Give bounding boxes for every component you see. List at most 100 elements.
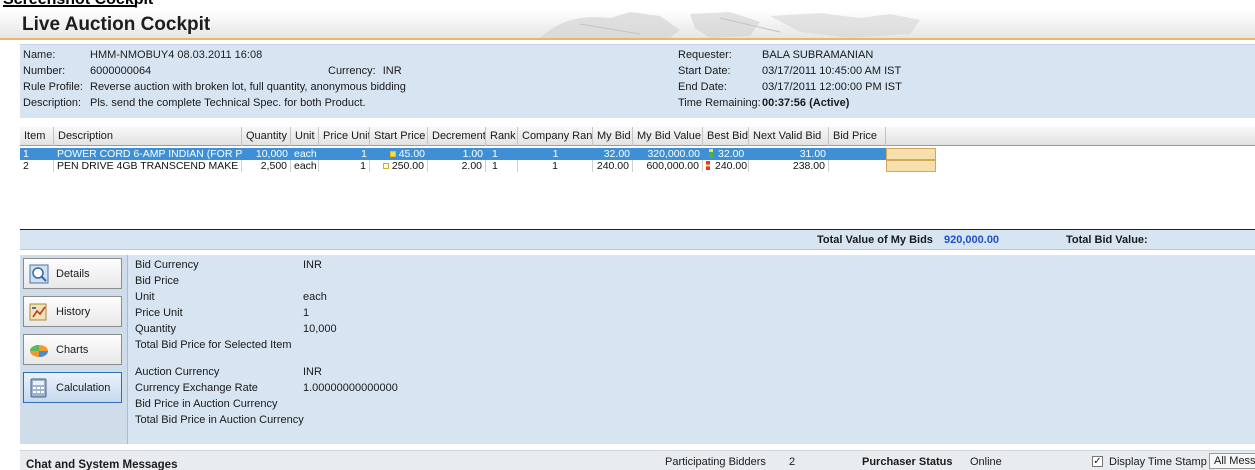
cell-description: POWER CORD 6-AMP INDIAN (FOR PCS (57, 148, 242, 160)
status-green-icon (709, 149, 713, 158)
start-label: Start Date: (678, 65, 731, 77)
cell-rank: 1 (492, 148, 498, 160)
status-bar: Chat and System Messages Participating B… (20, 450, 1255, 470)
totals-bar: Total Value of My Bids 920,000.00 Total … (20, 229, 1255, 250)
rule-label: Rule Profile: (23, 81, 83, 93)
quantity-value: 10,000 (303, 323, 337, 335)
start-price-value: 45.00 (398, 148, 425, 160)
table-header: Item Description Quantity Unit Price Uni… (20, 127, 1255, 146)
table-row[interactable]: 1 POWER CORD 6-AMP INDIAN (FOR PCS 10,00… (20, 148, 936, 160)
desc-value-row: Pls. send the complete Technical Spec. f… (90, 96, 366, 111)
currency-label: Currency: (328, 65, 376, 77)
rule-label-row: Rule Profile: (23, 80, 83, 95)
col-header-quantity[interactable]: Quantity (242, 127, 291, 146)
title-bar: Live Auction Cockpit (0, 10, 1255, 40)
total-my-bids-label: Total Value of My Bids (817, 234, 933, 246)
bid-currency-label: Bid Currency (135, 259, 199, 271)
desc-label-row: Description: (23, 96, 81, 111)
auction-info-panel: Name: HMM-NMOBUY4 08.03.2011 16:08 Numbe… (20, 44, 1255, 118)
start-label-row: Start Date: (678, 64, 731, 79)
caption-strip: Screenshot Cockpit (0, 0, 1255, 9)
table-row[interactable]: 2 PEN DRIVE 4GB TRANSCEND MAKE 2,500 eac… (20, 160, 936, 172)
col-header-my-bid-value[interactable]: My Bid Value (633, 127, 703, 146)
col-header-next-valid-bid[interactable]: Next Valid Bid (749, 127, 829, 146)
total-bid-value-label: Total Bid Value: (1066, 234, 1148, 246)
col-header-bid-price[interactable]: Bid Price (829, 127, 886, 146)
col-header-description[interactable]: Description (54, 127, 242, 146)
end-value: 03/17/2011 12:00:00 PM IST (762, 81, 902, 93)
display-timestamp-label: Display Time Stamp (1109, 456, 1207, 468)
page-title: Live Auction Cockpit (22, 14, 211, 35)
remaining-value: 00:37:56 (Active) (762, 97, 850, 109)
total-my-bids-value: 920,000.00 (944, 234, 1000, 246)
bid-price-input[interactable] (886, 160, 936, 172)
col-header-rank[interactable]: Rank (486, 127, 518, 146)
participating-label: Participating Bidders (665, 456, 766, 468)
best-bid-value: 240.00 (715, 160, 748, 172)
cell-best-bid: 240.00 (703, 160, 749, 172)
messages-filter-select[interactable]: All Messa (1209, 453, 1255, 469)
exchange-rate-label: Currency Exchange Rate (135, 382, 258, 394)
cell-my-bid: 32.00 (603, 148, 630, 160)
remaining-value-row: 00:37:56 (Active) (762, 96, 849, 111)
cell-item: 2 (20, 160, 54, 172)
detail-panel: Details History Charts Calculation Bid C… (20, 255, 1255, 444)
remaining-label: Time Remaining: (678, 97, 761, 109)
status-red-icon (706, 161, 710, 170)
number-value: 6000000064 (90, 65, 152, 77)
col-header-best-bid[interactable]: Best Bid (703, 127, 749, 146)
currency-value: INR (382, 65, 402, 77)
cell-start-price: 250.00 (370, 160, 428, 172)
title-accent (1090, 38, 1255, 40)
bid-price-label: Bid Price (135, 275, 180, 287)
number-value-row: 6000000064 (90, 64, 151, 79)
calculation-details: Bid Currency INR Bid Price Unit each Pri… (20, 255, 1255, 444)
col-header-item[interactable]: Item (20, 127, 54, 146)
number-label-row: Number: (23, 64, 65, 79)
cell-price-unit: 1 (319, 160, 370, 172)
participating-value: 2 (789, 456, 796, 468)
col-header-unit[interactable]: Unit (291, 127, 319, 146)
cell-decrement: 1.00 (462, 148, 483, 160)
col-header-start-price[interactable]: Start Price (370, 127, 428, 146)
cell-my-bid: 240.00 (593, 160, 633, 172)
cell-next-valid-bid: 238.00 (749, 160, 829, 172)
cell-quantity: 2,500 (242, 160, 291, 172)
exchange-rate-value: 1.00000000000000 (303, 382, 398, 394)
cell-unit: each (291, 160, 319, 172)
col-header-my-bid[interactable]: My Bid (593, 127, 633, 146)
cell-description: PEN DRIVE 4GB TRANSCEND MAKE (54, 160, 242, 172)
unit-value: each (303, 291, 327, 303)
cell-my-bid-value: 320,000.00 (647, 148, 700, 160)
col-header-price-unit[interactable]: Price Unit (319, 127, 370, 146)
desc-label: Description: (23, 97, 82, 109)
price-unit-value: 1 (303, 307, 310, 319)
rule-value-row: Reverse auction with broken lot, full qu… (90, 80, 406, 95)
unit-label: Unit (135, 291, 155, 303)
currency-row: Currency: INR (328, 64, 402, 79)
total-bid-selected-label: Total Bid Price for Selected Item (135, 339, 292, 351)
end-value-row: 03/17/2011 12:00:00 PM IST (762, 80, 902, 95)
col-header-decrement[interactable]: Decrement (428, 127, 486, 146)
purchaser-status-label: Purchaser Status (862, 456, 953, 468)
cell-company-rank: 1 (552, 148, 559, 160)
name-value: HMM-NMOBUY4 08.03.2011 16:08 (90, 49, 263, 61)
bid-price-auction-label: Bid Price in Auction Currency (135, 398, 278, 410)
caption-underline (3, 5, 137, 7)
rule-value: Reverse auction with broken lot, full qu… (90, 81, 406, 93)
cell-item: 1 (23, 148, 29, 160)
world-map-icon (540, 12, 920, 38)
display-timestamp-checkbox[interactable]: ✓ (1092, 456, 1103, 467)
cell-price-unit: 1 (361, 148, 367, 160)
end-label: End Date: (678, 81, 727, 93)
requester-value-row: BALA SUBRAMANIAN (762, 48, 873, 63)
cell-best-bid: 32.00 (703, 148, 749, 160)
bid-currency-value: INR (303, 259, 322, 271)
cell-next-valid-bid: 31.00 (799, 148, 826, 160)
auction-currency-label: Auction Currency (135, 366, 220, 378)
requester-label-row: Requester: (678, 48, 732, 63)
bid-price-input[interactable] (886, 148, 936, 160)
cell-company-rank: 1 (518, 160, 593, 172)
remaining-label-row: Time Remaining: (678, 96, 761, 111)
col-header-company-rank[interactable]: Company Rank (518, 127, 593, 146)
